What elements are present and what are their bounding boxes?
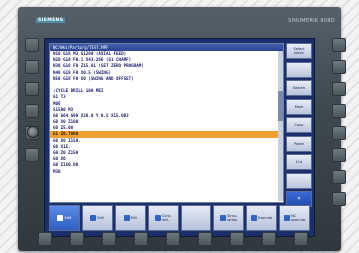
vertical-softkey-6[interactable]: Paste bbox=[286, 135, 312, 152]
code-lines: N10 G18 M3 S1200 (AXIAL FEED) N20 G18 F0.… bbox=[50, 51, 283, 175]
editor-title: NC/Wks/Partprg/TEST.MPF bbox=[50, 44, 283, 51]
horizontal-softkey-6[interactable]: Simu- lation bbox=[213, 205, 245, 231]
horizontal-softkey-bar: Edit Drill Mill Cont. mill. Simu- lation Exec… bbox=[49, 205, 310, 231]
softkey-icon bbox=[57, 215, 64, 221]
vertical-softkey-4[interactable]: Mark bbox=[286, 98, 312, 115]
softkey-label: Drill bbox=[97, 216, 105, 220]
bottom-hardkeys bbox=[0, 232, 359, 248]
softkey-icon bbox=[251, 215, 257, 221]
right-hardkey-3[interactable] bbox=[332, 82, 346, 96]
right-hardkey-1[interactable] bbox=[332, 38, 346, 52]
right-hardkey-2[interactable] bbox=[332, 60, 346, 74]
code-line[interactable]: M30 bbox=[50, 169, 283, 175]
horizontal-softkey-8[interactable]: NC execute bbox=[279, 205, 310, 231]
program-editor[interactable]: NC/Wks/Partprg/TEST.MPF N10 G18 M3 S1200… bbox=[49, 43, 284, 203]
vertical-softkey-3[interactable]: Search bbox=[286, 80, 312, 96]
right-hardkey-8[interactable] bbox=[332, 192, 346, 206]
vertical-softkey-bar: Select block Search Mark Copy Paste Cut» bbox=[286, 43, 312, 210]
bottom-hardkey-5[interactable] bbox=[166, 232, 180, 246]
softkey-icon bbox=[123, 215, 130, 221]
softkey-label: Edit bbox=[64, 216, 72, 220]
vertical-softkey-7[interactable]: Cut bbox=[286, 154, 312, 170]
bottom-hardkey-3[interactable] bbox=[102, 232, 116, 246]
horizontal-softkey-7[interactable]: Execute bbox=[246, 205, 278, 231]
left-hardkeys bbox=[25, 38, 39, 170]
bottom-hardkey-9[interactable] bbox=[294, 232, 308, 246]
softkey-label: Cont. mill. bbox=[161, 214, 172, 222]
vertical-softkey-5[interactable]: Copy bbox=[286, 117, 312, 133]
horizontal-softkey-1[interactable]: Edit bbox=[49, 205, 80, 231]
softkey-label: Simu- lation bbox=[227, 214, 238, 222]
brand-logo: SIEMENS bbox=[36, 18, 66, 23]
right-hardkey-5[interactable] bbox=[332, 126, 346, 140]
right-hardkey-4[interactable] bbox=[332, 104, 346, 118]
stage: SIEMENS SINUMERIK 808D NC/Wks/Partprg/TE… bbox=[0, 0, 359, 253]
softkey-icon bbox=[283, 215, 290, 221]
right-hardkeys bbox=[332, 38, 346, 214]
softkey-label: Execute bbox=[258, 216, 273, 220]
vertical-softkey-8[interactable] bbox=[286, 172, 312, 189]
bottom-hardkey-2[interactable] bbox=[70, 232, 84, 246]
horizontal-softkey-3[interactable]: Mill bbox=[114, 205, 146, 231]
left-hardkey-4[interactable] bbox=[25, 104, 39, 118]
side-knob[interactable] bbox=[27, 126, 39, 138]
left-hardkey-6[interactable] bbox=[25, 148, 39, 162]
left-hardkey-1[interactable] bbox=[25, 38, 39, 52]
right-hardkey-7[interactable] bbox=[332, 170, 346, 184]
bottom-hardkey-7[interactable] bbox=[230, 232, 244, 246]
horizontal-softkey-2[interactable]: Drill bbox=[81, 205, 113, 231]
left-hardkey-3[interactable] bbox=[25, 82, 39, 96]
softkey-icon bbox=[220, 215, 227, 221]
hmi-screen: NC/Wks/Partprg/TEST.MPF N10 G18 M3 S1200… bbox=[44, 38, 315, 237]
vertical-softkey-1[interactable]: Select block bbox=[286, 43, 312, 59]
editor-scroll-thumb[interactable] bbox=[278, 91, 283, 121]
horizontal-softkey-5[interactable] bbox=[180, 205, 212, 231]
softkey-label: NC execute bbox=[290, 214, 306, 222]
softkey-icon bbox=[154, 215, 161, 221]
right-hardkey-6[interactable] bbox=[332, 148, 346, 162]
left-hardkey-2[interactable] bbox=[25, 60, 39, 74]
product-label: SINUMERIK 808D bbox=[288, 18, 335, 24]
softkey-label: Mill bbox=[130, 216, 137, 220]
bottom-hardkey-6[interactable] bbox=[198, 232, 212, 246]
bottom-hardkey-4[interactable] bbox=[134, 232, 148, 246]
editor-scrollbar[interactable] bbox=[278, 51, 283, 201]
bottom-hardkey-8[interactable] bbox=[262, 232, 276, 246]
horizontal-softkey-4[interactable]: Cont. mill. bbox=[147, 205, 179, 231]
vertical-softkey-2[interactable] bbox=[286, 61, 312, 78]
bottom-hardkey-1[interactable] bbox=[38, 232, 52, 246]
softkey-icon bbox=[90, 215, 97, 221]
